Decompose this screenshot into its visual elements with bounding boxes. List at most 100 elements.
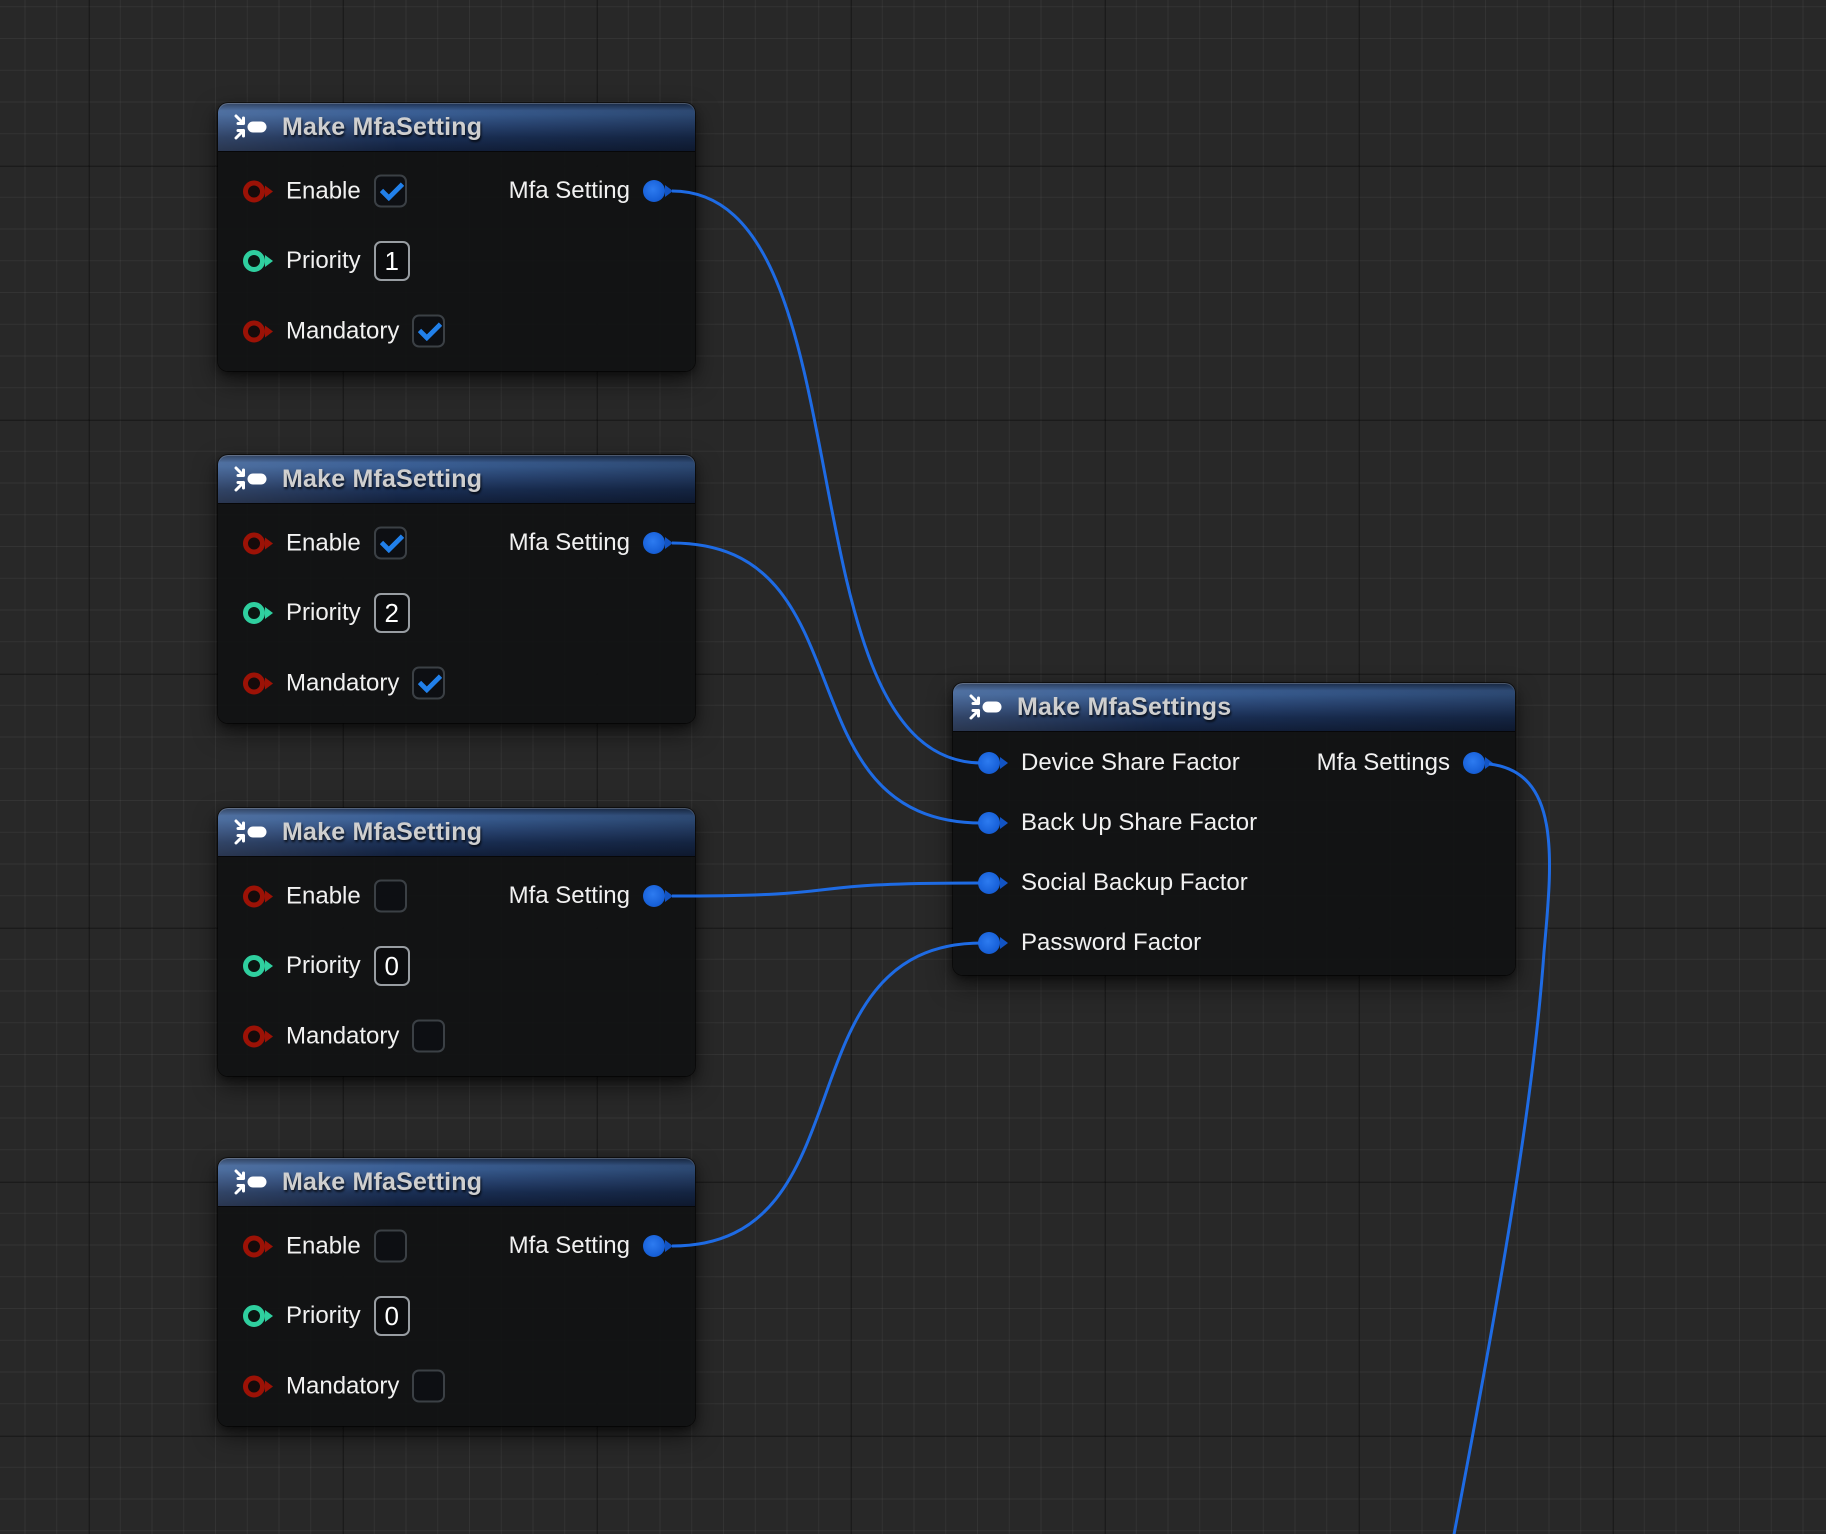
pin-row-output: Mfa Setting — [509, 1232, 673, 1260]
node-header[interactable]: Make MfaSetting — [218, 808, 695, 856]
pin-label-enable: Enable — [286, 882, 361, 910]
int-pin-priority[interactable] — [243, 602, 273, 624]
node-header[interactable]: Make MfaSetting — [218, 1158, 695, 1206]
pin-label-priority: Priority — [286, 952, 361, 980]
node-title: Make MfaSetting — [282, 113, 482, 142]
priority-value-input[interactable]: 2 — [374, 593, 410, 633]
struct-pin-back-up-share-factor[interactable] — [978, 812, 1008, 834]
pin-label-priority: Priority — [286, 247, 361, 275]
wire-mfasetting1-to-device-share-factor[interactable] — [672, 191, 982, 763]
pin-row-enable: Enable — [243, 1230, 407, 1263]
pin-label-mfa-settings: Mfa Settings — [1317, 749, 1450, 777]
node-title: Make MfaSetting — [282, 818, 482, 847]
enable-checkbox[interactable] — [374, 527, 407, 560]
pin-row-enable: Enable — [243, 880, 407, 913]
pin-row-priority: Priority 2 — [243, 593, 410, 633]
pin-label-mfa-setting: Mfa Setting — [509, 177, 630, 205]
bool-pin-mandatory[interactable] — [243, 1375, 273, 1397]
node-make-mfasetting-3[interactable]: Make MfaSetting Enable Priority 0 Mandat… — [218, 808, 695, 1076]
wire-mfasetting4-to-password-factor[interactable] — [672, 943, 982, 1246]
pin-row-mandatory: Mandatory — [243, 1370, 445, 1403]
pin-row-enable: Enable — [243, 175, 407, 208]
pin-label-mandatory: Mandatory — [286, 1372, 399, 1400]
node-header[interactable]: Make MfaSetting — [218, 103, 695, 151]
pin-label-priority: Priority — [286, 599, 361, 627]
pin-row-output: Mfa Setting — [509, 529, 673, 557]
node-title: Make MfaSettings — [1017, 693, 1231, 722]
mandatory-checkbox[interactable] — [412, 667, 445, 700]
pin-row-priority: Priority 0 — [243, 1296, 410, 1336]
enable-checkbox[interactable] — [374, 880, 407, 913]
node-title: Make MfaSetting — [282, 1168, 482, 1197]
pin-row-output: Mfa Settings — [1317, 749, 1493, 777]
pin-label-mfa-setting: Mfa Setting — [509, 882, 630, 910]
struct-pin-mfa-setting-output[interactable] — [643, 180, 673, 202]
pin-row-social-backup-factor: Social Backup Factor — [978, 869, 1248, 897]
mandatory-checkbox[interactable] — [412, 1370, 445, 1403]
pin-row-priority: Priority 0 — [243, 946, 410, 986]
wire-mfasetting3-to-social-backup-factor[interactable] — [672, 883, 982, 896]
wire-mfasetting2-to-back-up-share-factor[interactable] — [672, 543, 982, 823]
bool-pin-mandatory[interactable] — [243, 672, 273, 694]
pin-row-enable: Enable — [243, 527, 407, 560]
node-make-mfasetting-1[interactable]: Make MfaSetting Enable Priority 1 Mandat… — [218, 103, 695, 371]
struct-pin-mfa-settings-output[interactable] — [1463, 752, 1493, 774]
struct-pin-device-share-factor[interactable] — [978, 752, 1008, 774]
bool-pin-enable[interactable] — [243, 532, 273, 554]
node-title: Make MfaSetting — [282, 465, 482, 494]
pin-label-mfa-setting: Mfa Setting — [509, 1232, 630, 1260]
node-header[interactable]: Make MfaSettings — [953, 683, 1515, 731]
pin-row-password-factor: Password Factor — [978, 929, 1201, 957]
pin-row-back-up-share-factor: Back Up Share Factor — [978, 809, 1257, 837]
bool-pin-mandatory[interactable] — [243, 1025, 273, 1047]
bool-pin-enable[interactable] — [243, 180, 273, 202]
pin-label-enable: Enable — [286, 1232, 361, 1260]
bool-pin-enable[interactable] — [243, 1235, 273, 1257]
pin-label-enable: Enable — [286, 177, 361, 205]
struct-pin-password-factor[interactable] — [978, 932, 1008, 954]
mandatory-checkbox[interactable] — [412, 315, 445, 348]
priority-value-input[interactable]: 1 — [374, 241, 410, 281]
pin-row-output: Mfa Setting — [509, 177, 673, 205]
pin-label-mandatory: Mandatory — [286, 317, 399, 345]
node-make-mfasetting-2[interactable]: Make MfaSetting Enable Priority 2 Mandat… — [218, 455, 695, 723]
struct-pin-mfa-setting-output[interactable] — [643, 885, 673, 907]
make-struct-icon — [234, 466, 268, 492]
int-pin-priority[interactable] — [243, 1305, 273, 1327]
pin-row-mandatory: Mandatory — [243, 667, 445, 700]
pin-label-password-factor: Password Factor — [1021, 929, 1201, 957]
make-struct-icon — [234, 819, 268, 845]
enable-checkbox[interactable] — [374, 175, 407, 208]
mandatory-checkbox[interactable] — [412, 1020, 445, 1053]
pin-label-enable: Enable — [286, 529, 361, 557]
blueprint-graph-canvas[interactable]: Make MfaSetting Enable Priority 1 Mandat… — [0, 0, 1826, 1534]
pin-row-mandatory: Mandatory — [243, 315, 445, 348]
int-pin-priority[interactable] — [243, 250, 273, 272]
node-header[interactable]: Make MfaSetting — [218, 455, 695, 503]
bool-pin-enable[interactable] — [243, 885, 273, 907]
pin-row-priority: Priority 1 — [243, 241, 410, 281]
make-struct-icon — [969, 694, 1003, 720]
make-struct-icon — [234, 1169, 268, 1195]
priority-value-input[interactable]: 0 — [374, 946, 410, 986]
struct-pin-social-backup-factor[interactable] — [978, 872, 1008, 894]
pin-label-social-backup-factor: Social Backup Factor — [1021, 869, 1248, 897]
pin-label-device-share-factor: Device Share Factor — [1021, 749, 1240, 777]
make-struct-icon — [234, 114, 268, 140]
pin-row-output: Mfa Setting — [509, 882, 673, 910]
node-make-mfasettings[interactable]: Make MfaSettings Device Share Factor Bac… — [953, 683, 1515, 975]
pin-label-mandatory: Mandatory — [286, 669, 399, 697]
pin-label-back-up-share-factor: Back Up Share Factor — [1021, 809, 1257, 837]
pin-label-mandatory: Mandatory — [286, 1022, 399, 1050]
node-make-mfasetting-4[interactable]: Make MfaSetting Enable Priority 0 Mandat… — [218, 1158, 695, 1426]
priority-value-input[interactable]: 0 — [374, 1296, 410, 1336]
pin-row-device-share-factor: Device Share Factor — [978, 749, 1240, 777]
bool-pin-mandatory[interactable] — [243, 320, 273, 342]
struct-pin-mfa-setting-output[interactable] — [643, 1235, 673, 1257]
int-pin-priority[interactable] — [243, 955, 273, 977]
enable-checkbox[interactable] — [374, 1230, 407, 1263]
pin-row-mandatory: Mandatory — [243, 1020, 445, 1053]
pin-label-mfa-setting: Mfa Setting — [509, 529, 630, 557]
struct-pin-mfa-setting-output[interactable] — [643, 532, 673, 554]
pin-label-priority: Priority — [286, 1302, 361, 1330]
